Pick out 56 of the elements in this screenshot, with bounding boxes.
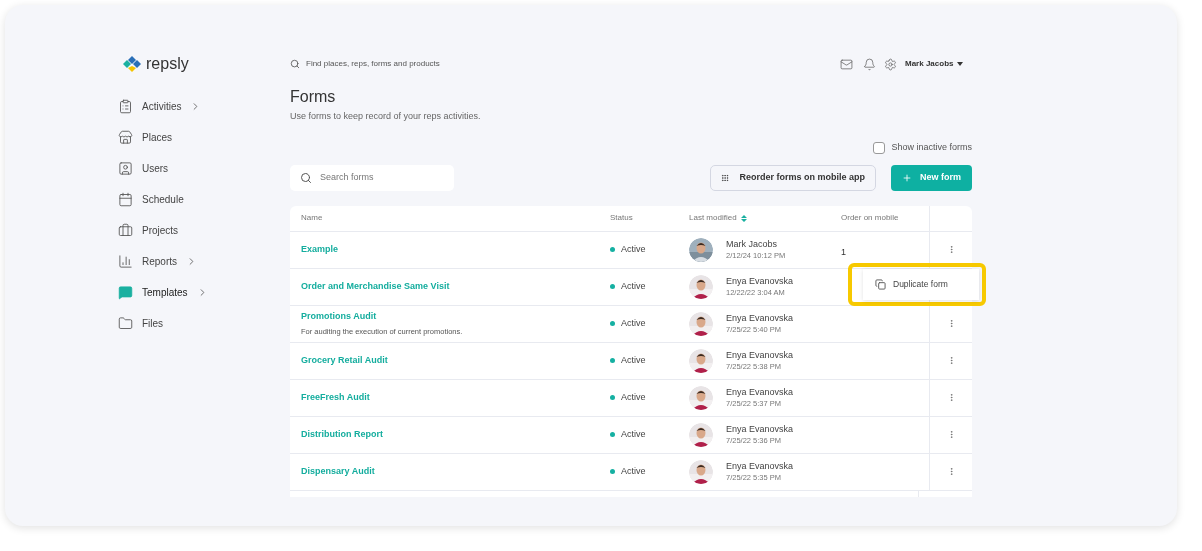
- settings-icon[interactable]: [884, 57, 897, 71]
- modified-by: Enya Evanovska: [726, 423, 794, 435]
- modified-by: Enya Evanovska: [726, 386, 794, 398]
- sidebar-item[interactable]: Templates: [118, 283, 290, 301]
- search-field[interactable]: Search forms: [290, 164, 454, 191]
- page-subtitle: Use forms to keep record of your reps activities.: [290, 110, 482, 123]
- column-header: Status: [610, 212, 633, 224]
- mail-icon[interactable]: [840, 57, 853, 71]
- plus-icon: [902, 172, 912, 183]
- modified-by: Enya Evanovska: [726, 275, 794, 287]
- brand-name: repsly: [146, 54, 189, 74]
- logo-icon: [122, 55, 142, 73]
- search-icon: [290, 59, 300, 69]
- caret-icon: [957, 62, 964, 66]
- sidebar-item[interactable]: Files: [118, 314, 290, 332]
- duplicate-menu-item[interactable]: Duplicate form: [863, 277, 948, 291]
- checkbox[interactable]: [873, 141, 886, 154]
- order-number: 1: [841, 246, 846, 257]
- sidebar-item[interactable]: Places: [118, 128, 290, 146]
- status-text: Active: [621, 427, 646, 441]
- sidebar-item[interactable]: Reports: [118, 252, 290, 270]
- sidebar-item[interactable]: Projects: [118, 221, 290, 239]
- bell-icon[interactable]: [863, 57, 876, 71]
- grip-icon: [721, 173, 730, 182]
- search-icon: [300, 171, 312, 184]
- global-search-field[interactable]: Find places, reps, forms and products: [306, 58, 440, 70]
- reorder-button[interactable]: Reorder forms on mobile app: [710, 164, 876, 191]
- checkbox-label: Show inactive forms: [891, 140, 972, 154]
- bar-chart-icon: [118, 253, 133, 269]
- modified-by: Mark Jacobs: [726, 238, 779, 250]
- column-header: Name: [301, 212, 323, 224]
- status-text: Active: [621, 464, 646, 478]
- sidebar-item[interactable]: Users: [118, 159, 290, 177]
- user-card-icon: [118, 160, 133, 176]
- status-text: Active: [621, 279, 646, 293]
- user-menu[interactable]: Mark Jacobs: [905, 58, 964, 70]
- clipboard-icon: [118, 98, 133, 114]
- folder-icon: [118, 315, 133, 331]
- modified-by: Enya Evanovska: [726, 312, 794, 324]
- page-title: Forms: [290, 87, 337, 107]
- status-text: Active: [621, 316, 646, 330]
- status-text: Active: [621, 390, 646, 404]
- briefcase-icon: [118, 222, 133, 238]
- column-header: Order on mobile: [841, 212, 899, 224]
- sidebar-item[interactable]: Activities: [118, 97, 290, 115]
- column-header[interactable]: Last modified: [689, 212, 737, 224]
- status-text: Active: [621, 353, 646, 367]
- message-icon: [118, 284, 133, 300]
- modified-by: Enya Evanovska: [726, 460, 794, 472]
- sort-icon: [740, 214, 747, 222]
- sidebar-item[interactable]: Schedule: [118, 190, 290, 208]
- modified-by: Enya Evanovska: [726, 349, 794, 361]
- store-icon: [118, 129, 133, 145]
- status-text: Active: [621, 242, 646, 256]
- copy-icon: [875, 278, 886, 290]
- calendar-icon: [118, 191, 133, 207]
